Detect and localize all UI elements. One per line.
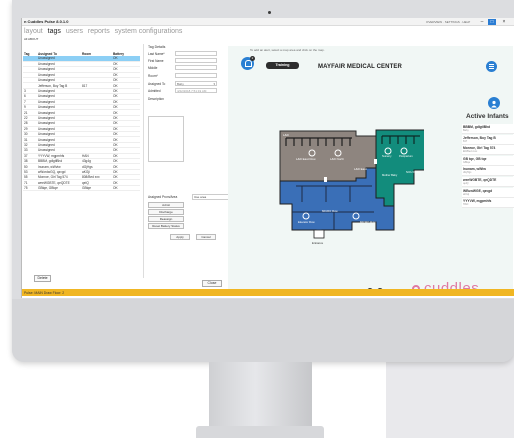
- infant-location: aKGji: [463, 192, 470, 196]
- monitor-chin: [12, 299, 514, 362]
- label-ld-east: L&D East: [354, 167, 367, 171]
- table-header-row: Tag Assigned To Room Battery: [23, 51, 140, 56]
- baby-icon[interactable]: [488, 97, 500, 109]
- door-marker: [324, 177, 327, 182]
- last-name-field[interactable]: [175, 51, 217, 56]
- center-name: MAYFAIR MEDICAL CENTER: [318, 64, 402, 70]
- infant-item[interactable]: Monroe, Girl Tag 574 ED/Bed xxxx: [462, 145, 514, 156]
- menu-tags[interactable]: tags: [48, 28, 61, 35]
- assigned-to-select[interactable]: Baby ▾: [175, 81, 217, 86]
- infant-location: dGjHgs: [463, 171, 472, 175]
- floor-plan[interactable]: L&D L&D East Row L&D North L&D East Nurs…: [274, 126, 424, 261]
- cell-tag: 75: [23, 185, 37, 192]
- middle-field[interactable]: [175, 65, 217, 70]
- label-ld-north: L&D North: [330, 157, 344, 161]
- status-bar: Pulse: MAIN Draw Floor: 2: [22, 289, 514, 296]
- delete-button[interactable]: Delete: [34, 275, 51, 282]
- cell-battery: OK: [112, 185, 140, 192]
- map-hint: To add an alert, select a map area and c…: [250, 48, 325, 52]
- training-badge: Training: [266, 62, 299, 69]
- label-ld: L&D: [283, 133, 290, 137]
- infant-location: GBtqe: [463, 160, 471, 164]
- infant-location: ED/Bed xxxx: [463, 150, 478, 154]
- tags-table: Tag Assigned To Room Battery Unassigned O…: [23, 51, 140, 192]
- assigned-prom-label: Assigned Prom/Area: [148, 195, 178, 199]
- description-label: Description: [148, 97, 164, 101]
- room-label: Room*: [148, 74, 158, 78]
- app-screen: n Cuddles Pulse 8.0.1.0 OVERVIEW · SETTI…: [21, 18, 514, 298]
- description-field[interactable]: [148, 116, 184, 162]
- label-entrance: Entrance: [312, 241, 324, 245]
- top-links[interactable]: OVERVIEW · SETTINGS · HELP: [426, 20, 470, 24]
- menu-layout[interactable]: layout: [24, 28, 43, 35]
- infant-location: 817: [463, 139, 468, 143]
- infant-item[interactable]: BBBM, gdlgtlBhd Baby: [462, 124, 514, 134]
- baby-glyph: [491, 100, 497, 108]
- tags-table-area: Tag Assigned To Room Battery Unassigned O…: [23, 51, 140, 192]
- reset-battery-button[interactable]: Reset Battery Status: [148, 223, 184, 229]
- label-micro-row-right: MICRO Row: [360, 220, 377, 224]
- close-window-button[interactable]: ×: [500, 19, 508, 25]
- app-title: n Cuddles Pulse 8.0.1.0: [24, 19, 69, 24]
- assigned-to-value: Baby: [177, 82, 184, 86]
- infant-location: Baby: [463, 129, 469, 132]
- maximize-button[interactable]: □: [488, 19, 496, 25]
- apply-button[interactable]: Apply: [170, 234, 190, 240]
- menu-reports[interactable]: reports: [88, 28, 110, 35]
- reassign-button[interactable]: Reassign: [148, 216, 184, 222]
- cell-assigned-to: GBtqe, GBtqe: [37, 185, 81, 192]
- infant-item[interactable]: Inunam, wWtw dGjHgs: [462, 166, 514, 177]
- assigned-prom-value: Use area: [194, 195, 207, 199]
- room-field[interactable]: [175, 73, 217, 78]
- label-micro-row-mid: MICRO Row: [322, 209, 339, 213]
- label-ld-east-row: L&D East Row: [296, 157, 316, 161]
- infant-item[interactable]: weeWGBTE, qeQDTE qeIQ: [462, 177, 514, 187]
- cancel-button[interactable]: Cancel: [196, 234, 216, 240]
- label-mother-baby: Mother Baby: [382, 173, 398, 177]
- tag-details-title: Tag Details: [148, 45, 166, 49]
- admitted-label: Admitted: [148, 89, 161, 93]
- notification-badge: 2: [250, 56, 255, 61]
- close-button[interactable]: Close: [202, 280, 222, 287]
- discharge-button[interactable]: Discharge: [148, 209, 184, 215]
- middle-label: Middle: [148, 66, 158, 70]
- teal-wing[interactable]: [375, 129, 424, 207]
- active-infants-title: Active Infants: [466, 113, 509, 120]
- label-elevator-row: Elevator Row: [298, 220, 316, 224]
- admit-button[interactable]: Admit: [148, 202, 184, 208]
- infant-item[interactable]: YYYVW, mgpmhfs HAN: [462, 198, 514, 209]
- admitted-field[interactable]: 4/22/2018 7:51:19 AM: [175, 88, 217, 93]
- sub-label: All ABOUT: [24, 37, 39, 41]
- minimize-button[interactable]: –: [478, 19, 486, 25]
- label-nicu: NICU Room: [406, 170, 421, 174]
- infant-item[interactable]: GB tqe, GB tqe GBtqe: [462, 155, 514, 166]
- infant-name: Jefferson, Boy Tag B: [463, 135, 496, 140]
- window-titlebar: n Cuddles Pulse 8.0.1.0 OVERVIEW · SETTI…: [22, 18, 514, 26]
- status-text: Pulse: MAIN Draw Floor: 2: [24, 290, 65, 295]
- door-marker: [374, 159, 377, 164]
- label-postpartum: Postpartum: [399, 154, 414, 158]
- table-body: Unassigned OK Unassigned OK Unassigned OK Unas…: [23, 56, 140, 192]
- entrance-door: [313, 229, 325, 239]
- infant-location: HAN: [463, 203, 469, 207]
- last-name-label: Last Name*: [148, 52, 165, 56]
- label-nursery: Nursery: [382, 154, 392, 158]
- menu-system-configurations[interactable]: system configurations: [115, 28, 183, 35]
- table-row[interactable]: 75 GBtqe, GBtqe GBtqe OK: [23, 185, 140, 192]
- infant-item[interactable]: WEuwWGE, qzvgd aKGji: [462, 187, 514, 198]
- monitor-stand-base: [196, 426, 324, 438]
- main-menu: layout tags users reports system configu…: [24, 28, 185, 35]
- assigned-to-label: Assigned To: [148, 82, 166, 86]
- monitor-stand: [209, 362, 312, 428]
- chevron-down-icon: ▾: [213, 82, 215, 86]
- webcam-dot: [268, 11, 271, 14]
- first-name-field[interactable]: [175, 58, 217, 63]
- menu-icon[interactable]: [486, 61, 497, 72]
- cell-room: GBtqe: [81, 185, 112, 192]
- first-name-label: First Name: [148, 59, 164, 63]
- infant-location: qeIQ: [463, 182, 469, 185]
- infant-item[interactable]: Jefferson, Boy Tag B 817: [462, 134, 514, 145]
- menu-users[interactable]: users: [66, 28, 83, 35]
